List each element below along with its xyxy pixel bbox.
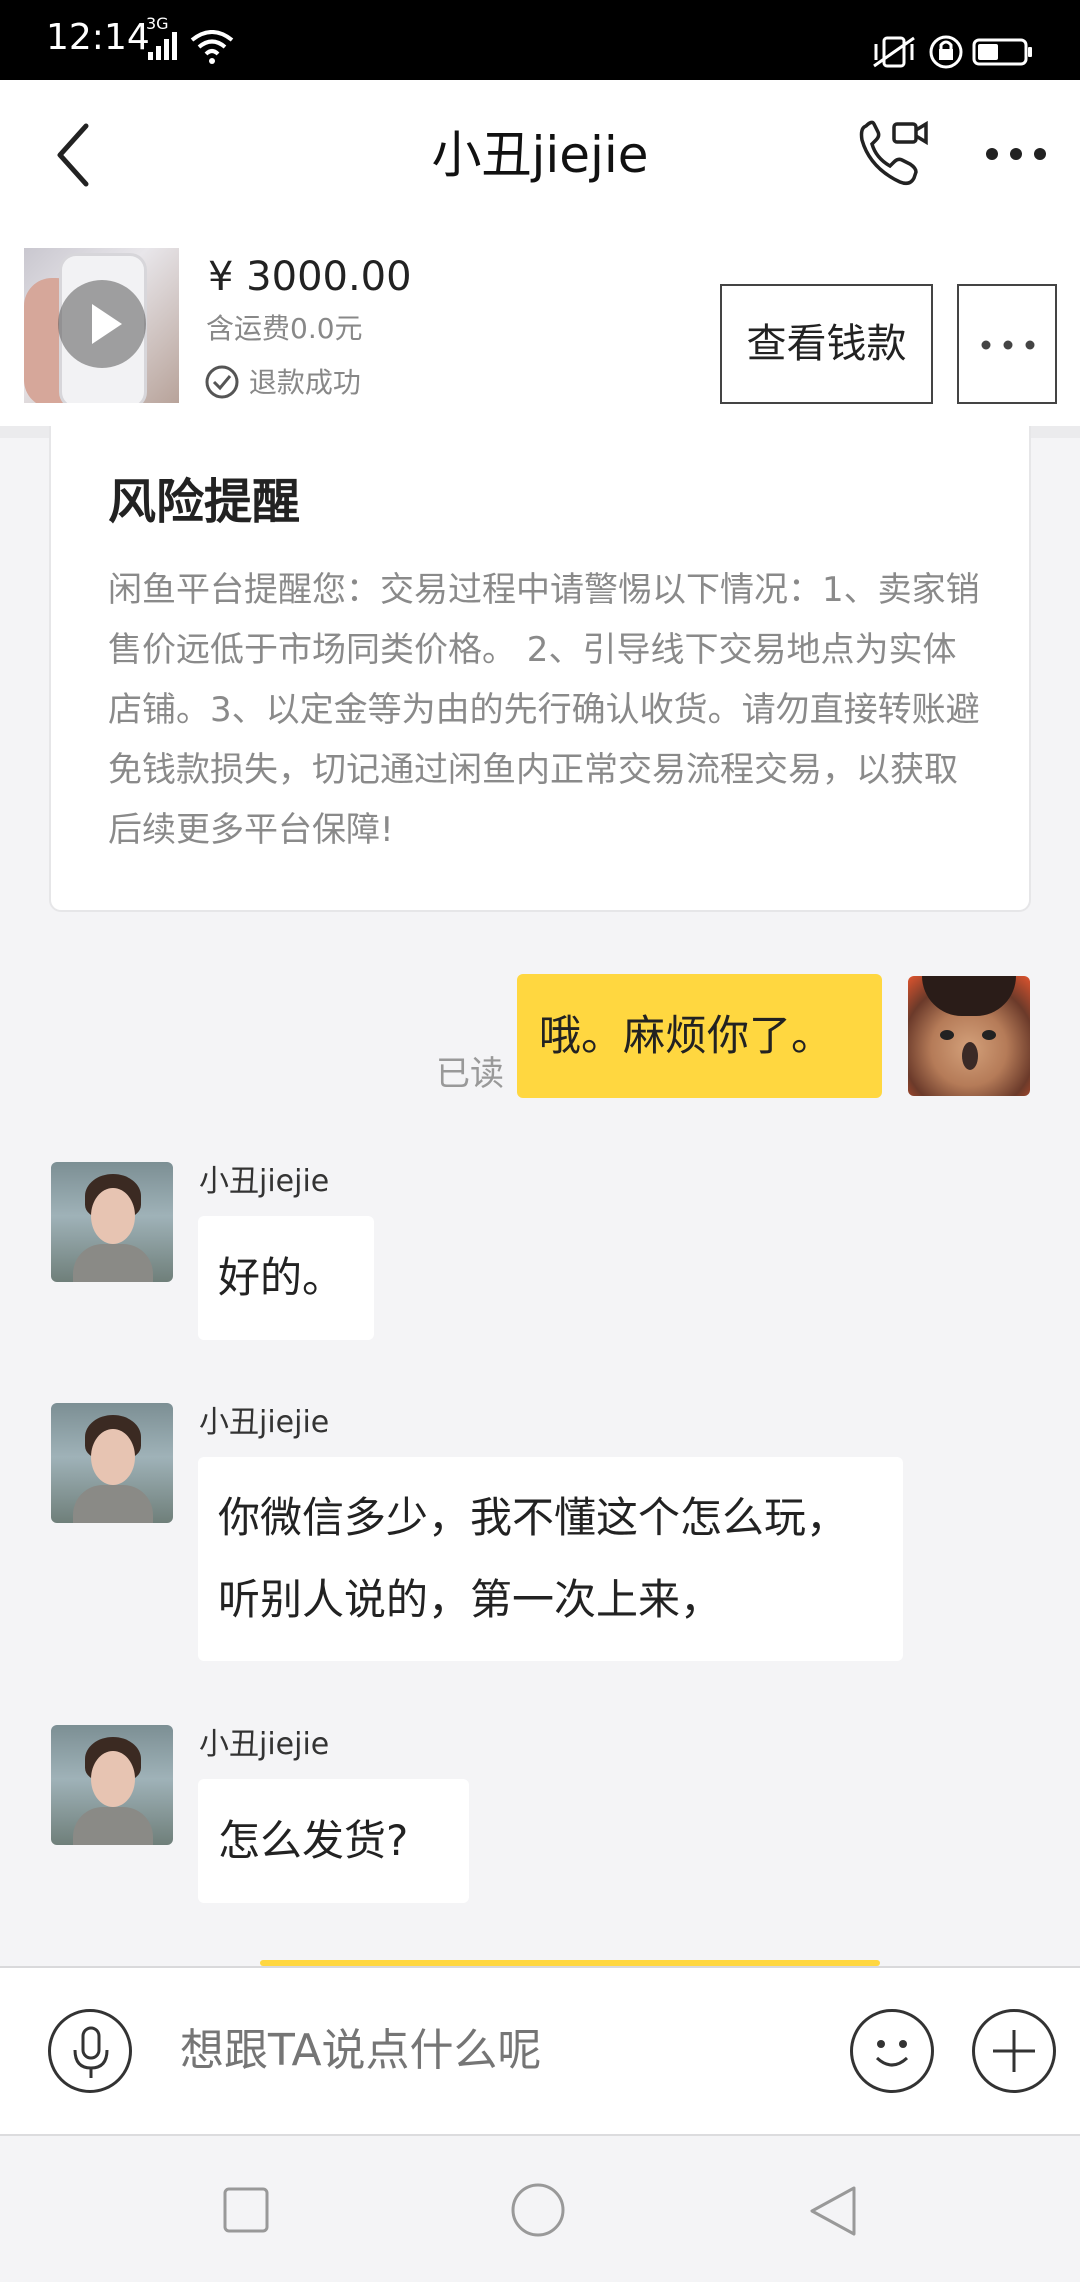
smiley-icon <box>875 2040 909 2067</box>
play-icon[interactable] <box>58 280 146 368</box>
read-receipt: 已读 <box>436 1054 504 1094</box>
signal-icon <box>148 32 177 60</box>
recent-apps-icon[interactable] <box>222 2186 270 2234</box>
voice-input-button[interactable] <box>48 2009 132 2093</box>
emoji-button[interactable] <box>850 2009 934 2093</box>
chat-header: 小丑jiejie <box>0 80 1080 230</box>
risk-notice-text: 闲鱼平台提醒您：交易过程中请警惕以下情况：1、卖家销售价远低于市场同类价格。 2… <box>108 570 980 850</box>
check-circle-icon <box>205 365 239 399</box>
view-money-button[interactable]: 查看钱款 <box>720 284 933 404</box>
status-bar: 12:14 3G <box>0 0 1080 80</box>
sender-name: 小丑jiejie <box>199 1727 330 1762</box>
shipping-fee: 含运费0.0元 <box>206 312 363 345</box>
contact-message-bubble[interactable]: 你微信多少，我不懂这个怎么玩，听别人说的，第一次上来， <box>198 1457 903 1661</box>
contact-avatar[interactable] <box>51 1403 173 1523</box>
plus-icon <box>993 2030 1035 2072</box>
system-nav-bar <box>0 2134 1080 2282</box>
product-price: ¥ 3000.00 <box>208 254 412 300</box>
sender-name: 小丑jiejie <box>199 1405 330 1440</box>
back-triangle-icon[interactable] <box>806 2184 858 2238</box>
contact-message-bubble[interactable]: 好的。 <box>198 1216 374 1340</box>
wifi-icon <box>190 30 234 64</box>
sender-name: 小丑jiejie <box>199 1164 330 1199</box>
video-call-icon[interactable] <box>856 118 928 190</box>
my-avatar[interactable] <box>908 976 1030 1096</box>
contact-message-bubble[interactable]: 怎么发货? <box>198 1779 469 1903</box>
mute-vibrate-icon <box>873 36 915 68</box>
battery-icon <box>972 38 1032 66</box>
refund-status-label: 退款成功 <box>248 366 361 399</box>
refund-status: 退款成功 <box>204 364 361 402</box>
product-more-button[interactable] <box>957 284 1057 404</box>
microphone-icon <box>73 2026 109 2078</box>
more-dots-icon <box>981 340 1035 350</box>
add-attachment-button[interactable] <box>972 2009 1056 2093</box>
my-message-bubble[interactable]: 哦。麻烦你了。 <box>517 974 882 1098</box>
contact-avatar[interactable] <box>51 1162 173 1282</box>
risk-notice-title: 风险提醒 <box>108 474 301 530</box>
contact-avatar[interactable] <box>51 1725 173 1845</box>
more-dots-icon[interactable] <box>984 146 1048 162</box>
home-icon[interactable] <box>510 2182 566 2238</box>
status-time: 12:14 <box>46 17 150 58</box>
lock-rotation-icon <box>929 35 963 69</box>
message-input[interactable] <box>180 2016 800 2086</box>
